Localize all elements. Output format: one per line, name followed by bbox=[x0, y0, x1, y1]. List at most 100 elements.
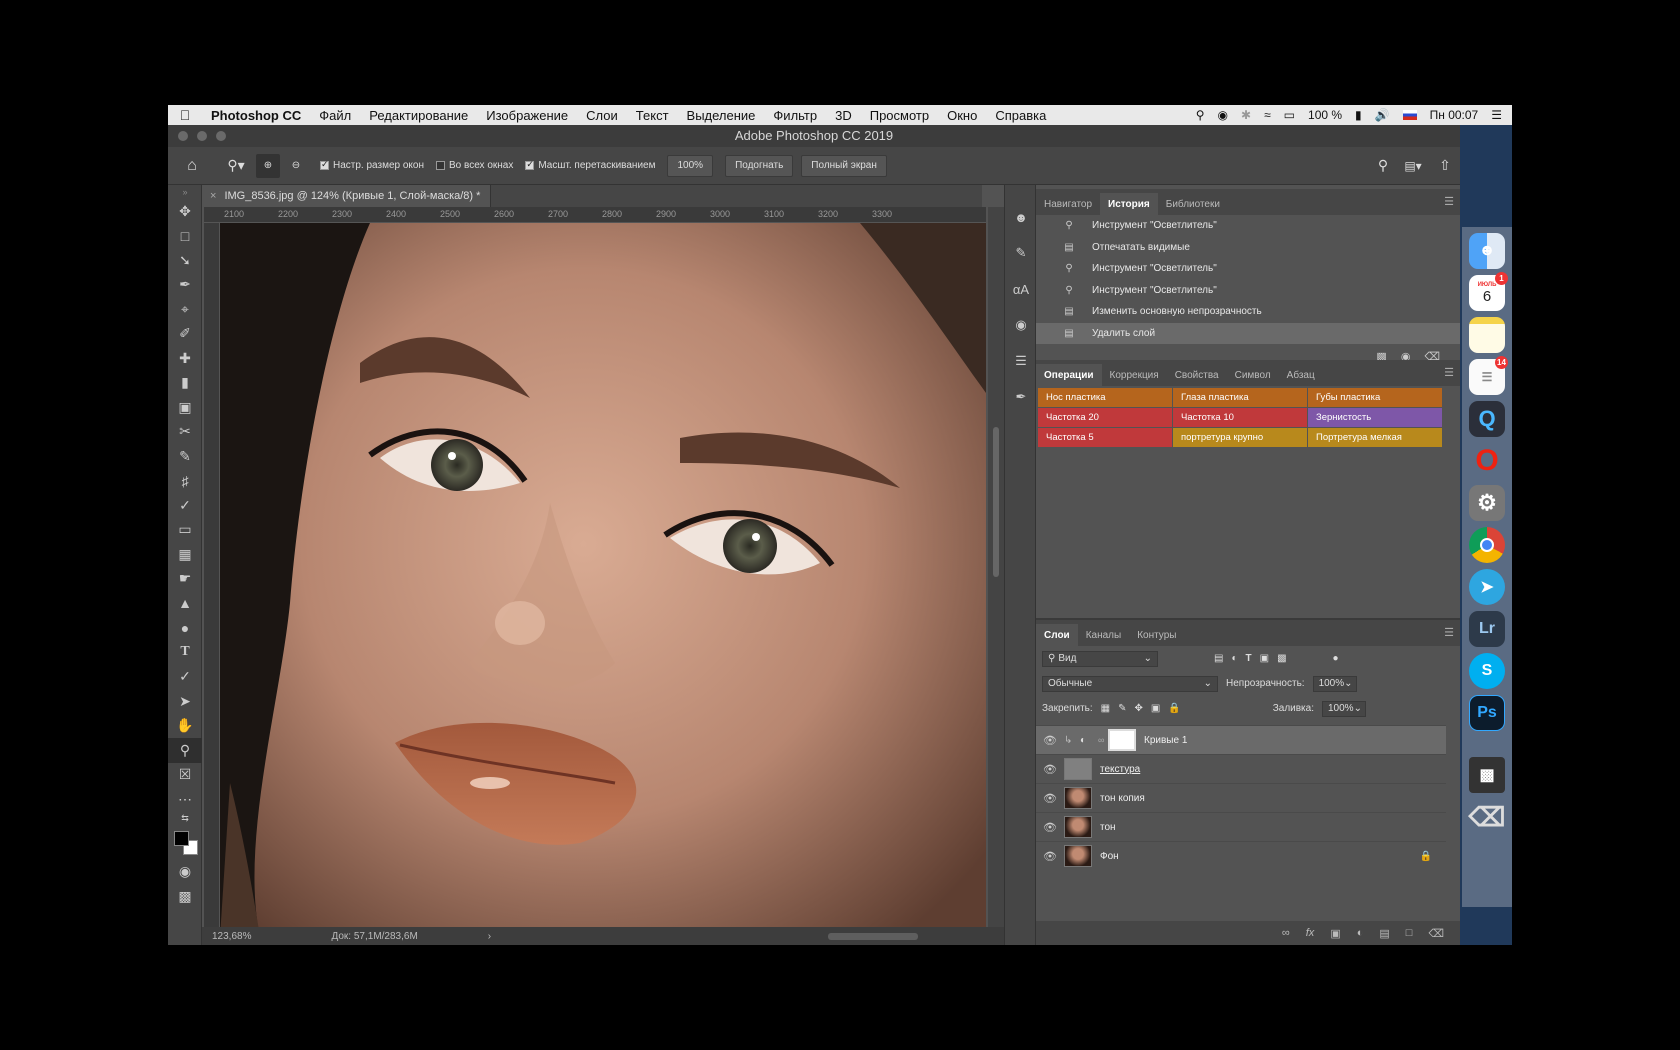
new-adjustment-layer-icon[interactable]: ◐ bbox=[1357, 927, 1364, 939]
layer-style-fx-icon[interactable]: fx bbox=[1306, 927, 1315, 939]
layer-row-background[interactable]: 👁 Фон 🔒 bbox=[1036, 841, 1446, 870]
lock-all-icon[interactable]: 🔒 bbox=[1168, 703, 1180, 714]
lasso-tool-icon[interactable]: ➘ bbox=[168, 248, 202, 273]
document-tab[interactable]: × IMG_8536.jpg @ 124% (Кривые 1, Слой-ма… bbox=[202, 185, 492, 207]
spotlight-icon[interactable]: ⚲ bbox=[1196, 108, 1205, 122]
shape-layer-filter-icon[interactable]: ▣ bbox=[1260, 653, 1269, 664]
tab-history[interactable]: История bbox=[1100, 193, 1158, 215]
navigator-panel-icon[interactable]: ◉ bbox=[1005, 307, 1037, 343]
zoom-level[interactable]: 123,68% bbox=[212, 931, 251, 942]
quick-mask-icon[interactable]: ◉ bbox=[168, 860, 202, 885]
tab-channels[interactable]: Каналы bbox=[1078, 624, 1130, 646]
brush-settings-icon[interactable]: ✒ bbox=[1005, 379, 1037, 415]
visibility-eye-icon[interactable]: 👁 bbox=[1036, 821, 1064, 834]
home-icon[interactable]: ⌂ bbox=[168, 157, 216, 175]
scrubby-zoom-checkbox[interactable]: Масшт. перетаскиванием bbox=[525, 159, 655, 171]
downloads-stack-icon[interactable]: ▩ bbox=[1469, 757, 1505, 793]
layer-row-tone-copy[interactable]: 👁 тон копия bbox=[1036, 783, 1446, 812]
new-layer-icon[interactable]: □ bbox=[1406, 927, 1413, 939]
smart-object-filter-icon[interactable]: ▩ bbox=[1277, 653, 1286, 664]
menu-layers[interactable]: Слои bbox=[577, 108, 627, 123]
minimize-window-button[interactable] bbox=[197, 131, 207, 141]
quick-select-tool-icon[interactable]: ✒ bbox=[168, 273, 202, 298]
pen-tool-icon[interactable]: ✓ bbox=[168, 665, 202, 690]
history-row[interactable]: ⚲ Инструмент "Осветлитель" bbox=[1036, 258, 1460, 280]
lock-transparency-icon[interactable]: ▦ bbox=[1101, 703, 1110, 714]
visibility-eye-icon[interactable]: 👁 bbox=[1036, 792, 1064, 805]
history-brush-tool-icon[interactable]: ✓ bbox=[168, 493, 202, 518]
menu-file[interactable]: Файл bbox=[310, 108, 360, 123]
clone-stamp-tool-icon[interactable]: ♯ bbox=[168, 469, 202, 494]
opera-icon[interactable]: O bbox=[1469, 443, 1505, 479]
tab-paths[interactable]: Контуры bbox=[1129, 624, 1184, 646]
pixel-layer-filter-icon[interactable]: ▤ bbox=[1214, 653, 1223, 664]
battery-text[interactable]: 100 % bbox=[1308, 108, 1342, 122]
menu-help[interactable]: Справка bbox=[986, 108, 1055, 123]
new-group-folder-icon[interactable]: ▤ bbox=[1379, 927, 1389, 940]
fit-screen-button[interactable]: Подогнать bbox=[725, 154, 794, 177]
panel-menu-icon[interactable]: ☰ bbox=[1444, 626, 1454, 639]
lock-artboard-icon[interactable]: ▣ bbox=[1151, 703, 1160, 714]
history-row[interactable]: ⚲ Инструмент "Осветлитель" bbox=[1036, 280, 1460, 302]
tab-navigator[interactable]: Навигатор bbox=[1036, 193, 1100, 215]
visibility-eye-icon[interactable]: 👁 bbox=[1036, 850, 1064, 863]
fill-input[interactable]: 100% ⌄ bbox=[1322, 700, 1366, 717]
filter-toggle-icon[interactable]: ● bbox=[1333, 653, 1339, 664]
lightroom-icon[interactable]: Lr bbox=[1469, 611, 1505, 647]
add-mask-icon[interactable]: ▣ bbox=[1330, 927, 1340, 940]
search-icon[interactable]: ⚲ bbox=[1370, 157, 1396, 174]
notes-icon[interactable] bbox=[1469, 317, 1505, 353]
adjustments-panel-icon[interactable]: ☰ bbox=[1005, 343, 1037, 379]
visibility-eye-icon[interactable]: 👁 bbox=[1036, 734, 1064, 747]
action-button[interactable]: Частотка 10 bbox=[1173, 408, 1307, 427]
action-button[interactable]: Губы пластика bbox=[1308, 388, 1442, 407]
fill-screen-button[interactable]: Полный экран bbox=[801, 154, 887, 177]
crop-tool-icon[interactable]: ⌖ bbox=[168, 297, 202, 322]
blend-mode-select[interactable]: Обычные ⌄ bbox=[1042, 675, 1218, 692]
gradient-tool-icon[interactable]: ▦ bbox=[168, 542, 202, 567]
tab-adjustments[interactable]: Коррекция bbox=[1102, 364, 1167, 386]
tab-layers[interactable]: Слои bbox=[1036, 624, 1078, 646]
volume-icon[interactable]: 🔊 bbox=[1375, 108, 1390, 122]
workspace-icon[interactable]: ▤▾ bbox=[1396, 159, 1430, 173]
menu-window[interactable]: Окно bbox=[938, 108, 986, 123]
status-arrow-icon[interactable]: › bbox=[488, 931, 491, 942]
zoom-window-button[interactable] bbox=[216, 131, 226, 141]
layer-mask-thumbnail[interactable] bbox=[1108, 729, 1136, 751]
character-panel-icon[interactable]: αA bbox=[1005, 271, 1037, 307]
layer-row-curves[interactable]: 👁 ↳ ◐ ∞ Кривые 1 bbox=[1036, 725, 1446, 754]
doc-info[interactable]: Док: 57,1M/283,6M bbox=[331, 931, 417, 942]
all-windows-checkbox[interactable]: Во всех окнах bbox=[436, 160, 513, 171]
hand-tool-icon[interactable]: ✋ bbox=[168, 714, 202, 739]
finder-icon[interactable]: ☻ bbox=[1469, 233, 1505, 269]
trash-icon[interactable]: ⌫ bbox=[1469, 799, 1506, 835]
dodge-tool-icon[interactable]: ● bbox=[168, 616, 202, 641]
menu-image[interactable]: Изображение bbox=[477, 108, 577, 123]
color-swatches[interactable] bbox=[168, 826, 202, 860]
marquee-tool-icon[interactable]: □ bbox=[168, 224, 202, 249]
tab-actions[interactable]: Операции bbox=[1036, 364, 1102, 386]
skype-icon[interactable]: S bbox=[1469, 653, 1505, 689]
telegram-icon[interactable]: ➤ bbox=[1469, 569, 1505, 605]
delete-layer-trash-icon[interactable]: ⌫ bbox=[1428, 927, 1444, 940]
action-button[interactable]: Портретура мелкая bbox=[1308, 428, 1442, 447]
close-window-button[interactable] bbox=[178, 131, 188, 141]
type-layer-filter-icon[interactable]: T bbox=[1246, 653, 1252, 664]
action-button[interactable]: Частотка 20 bbox=[1038, 408, 1172, 427]
zoom-tool-icon[interactable]: ⚲ bbox=[168, 738, 202, 763]
menu-type[interactable]: Текст bbox=[627, 108, 678, 123]
lock-position-icon[interactable]: ✥ bbox=[1135, 703, 1143, 714]
panel-menu-icon[interactable]: ☰ bbox=[1444, 195, 1454, 208]
path-select-tool-icon[interactable]: ➤ bbox=[168, 689, 202, 714]
tab-libraries[interactable]: Библиотеки bbox=[1158, 193, 1228, 215]
reminders-icon[interactable]: ☰ 14 bbox=[1469, 356, 1508, 395]
sharpen-tool-icon[interactable]: ▲ bbox=[168, 591, 202, 616]
type-tool-icon[interactable]: T bbox=[168, 640, 202, 665]
canvas-vertical-scrollbar[interactable] bbox=[988, 207, 1004, 937]
eraser-tool-icon[interactable]: ▭ bbox=[168, 518, 202, 543]
scissors-tool-icon[interactable]: ✂ bbox=[168, 420, 202, 445]
action-button[interactable]: Глаза пластика bbox=[1173, 388, 1307, 407]
document-canvas[interactable] bbox=[220, 223, 986, 937]
clock[interactable]: Пн 00:07 bbox=[1430, 108, 1479, 122]
menu-app[interactable]: Photoshop CC bbox=[202, 108, 310, 123]
